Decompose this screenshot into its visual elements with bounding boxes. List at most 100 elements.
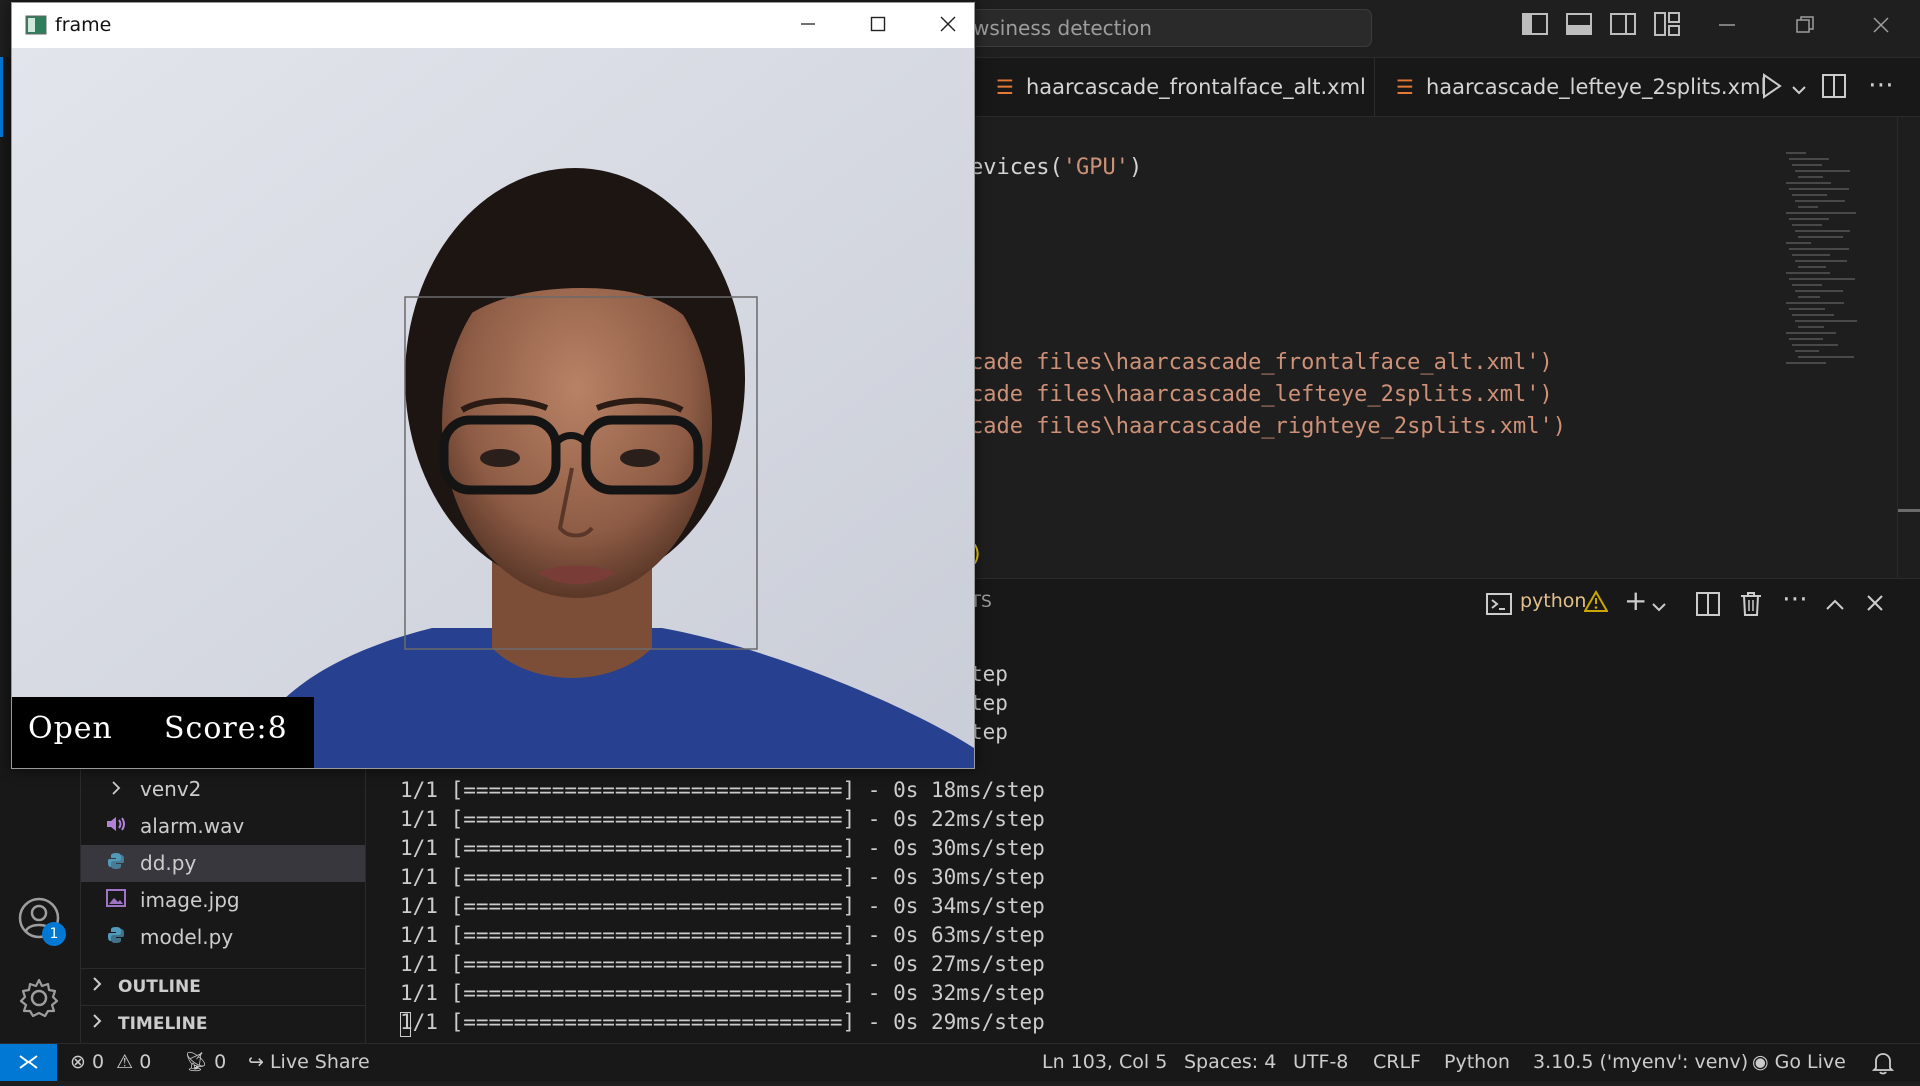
chevron-down-icon[interactable] [1652, 597, 1666, 616]
editor-tab-bar: ☰ haarcascade_frontalface_alt.xml ☰ haarca… [960, 58, 1920, 117]
minimize-icon[interactable] [778, 3, 838, 48]
status-bar: ⊗ 0 ⚠ 0 📡︎ 0 ↪ Live Share Ln 103, Col 5 … [0, 1043, 1920, 1081]
more-actions-icon[interactable]: ⋯ [1868, 72, 1898, 102]
minimap-line [1798, 236, 1843, 238]
error-icon: ⊗ [70, 1051, 86, 1073]
minimap-line [1795, 230, 1850, 232]
minimap-line [1789, 188, 1849, 190]
toggle-secondary-sidebar-icon[interactable] [1608, 12, 1638, 42]
problems-indicator[interactable]: ⊗ 0 ⚠ 0 [70, 1044, 151, 1081]
remote-indicator[interactable] [0, 1044, 57, 1081]
line-ending[interactable]: CRLF [1373, 1044, 1421, 1081]
image-file-icon [102, 882, 130, 919]
tab-label: haarcascade_frontalface_alt.xml [1025, 75, 1366, 99]
frame-title-bar[interactable]: frame [12, 3, 974, 48]
indentation[interactable]: Spaces: 4 [1184, 1044, 1276, 1081]
python-file-icon [102, 919, 130, 956]
minimap-line [1795, 290, 1843, 292]
minimap-line [1789, 218, 1829, 220]
minimap-line [1789, 158, 1829, 160]
explorer-folder-venv2[interactable]: venv2 [80, 771, 365, 808]
split-editor-icon[interactable] [1822, 74, 1848, 100]
timeline-section[interactable]: TIMELINE [80, 1005, 365, 1042]
minimap-line [1798, 206, 1818, 208]
minimap-line [1786, 182, 1831, 184]
python-interpreter[interactable]: 3.10.5 ('myenv': venv) [1533, 1044, 1748, 1081]
broadcast-icon: 📡︎ [184, 1051, 209, 1073]
minimap-line [1786, 302, 1844, 304]
app-window-icon [25, 15, 47, 35]
minimap-line [1795, 200, 1845, 202]
minimap-line [1786, 242, 1811, 244]
audio-file-icon [102, 808, 130, 845]
tab-haarcascade-lefteye[interactable]: ☰ haarcascade_lefteye_2splits.xml [1396, 58, 1766, 116]
toggle-primary-sidebar-icon[interactable] [1520, 12, 1550, 42]
warning-icon: ⚠ [116, 1051, 134, 1073]
python-file-icon [102, 845, 130, 882]
minimap-line [1795, 350, 1819, 352]
command-center-search[interactable]: wsiness detection [960, 9, 1372, 47]
minimap-line [1792, 254, 1830, 256]
minimap-line [1792, 344, 1838, 346]
rss-file-icon: ☰ [1396, 75, 1414, 99]
terminal-icon [1486, 592, 1514, 618]
explorer-file-image-jpg[interactable]: image.jpg [80, 882, 365, 919]
cursor-position[interactable]: Ln 103, Col 5 [1042, 1044, 1167, 1081]
webcam-portrait [12, 48, 974, 768]
broadcast-icon: ◉ [1752, 1051, 1769, 1073]
chevron-down-icon[interactable] [1792, 80, 1808, 96]
eye-status: Open [28, 711, 113, 746]
minimap-line [1792, 224, 1822, 226]
status-overlay: Open Score:8 [12, 697, 314, 768]
active-indicator [0, 57, 3, 137]
drowsiness-score: Score:8 [164, 711, 288, 746]
minimap-line [1798, 326, 1824, 328]
encoding[interactable]: UTF-8 [1293, 1044, 1348, 1081]
run-python-file-icon[interactable] [1760, 72, 1790, 102]
minimap-line [1798, 356, 1854, 358]
tab-label: haarcascade_lefteye_2splits.xml [1425, 75, 1767, 99]
warning-icon [1583, 590, 1610, 616]
minimap[interactable] [1786, 152, 1876, 382]
scrollbar-thumb[interactable] [1898, 509, 1920, 512]
split-terminal-icon[interactable] [1696, 592, 1720, 620]
explorer-file-dd-py[interactable]: dd.py [80, 845, 365, 882]
minimap-line [1786, 272, 1830, 274]
explorer-file-alarm-wav[interactable]: alarm.wav [80, 808, 365, 845]
minimap-line [1789, 308, 1825, 310]
rss-file-icon: ☰ [996, 75, 1014, 99]
toggle-panel-icon[interactable] [1564, 12, 1594, 42]
terminal-name[interactable]: python [1520, 590, 1586, 612]
camera-feed: Open Score:8 [12, 48, 974, 768]
frame-window[interactable]: frame Open Score:8 [11, 2, 975, 769]
chevron-right-icon [102, 771, 130, 808]
restore-icon[interactable] [1790, 12, 1820, 42]
minimap-line [1786, 212, 1856, 214]
live-share-button[interactable]: ↪ Live Share [248, 1044, 370, 1081]
minimize-icon[interactable] [1712, 12, 1742, 42]
more-actions-icon[interactable]: ⋯ [1782, 584, 1808, 614]
code-line: cade files\haarcascade_frontalface_alt.x… [970, 350, 1553, 375]
gear-icon[interactable] [18, 977, 62, 1021]
code-editor[interactable]: evices('GPU') cade files\haarcascade_fro… [960, 117, 1920, 577]
new-terminal-icon[interactable]: + [1624, 586, 1647, 616]
customize-layout-icon[interactable] [1652, 12, 1682, 42]
minimap-line [1792, 284, 1822, 286]
close-icon[interactable] [918, 3, 978, 48]
close-panel-icon[interactable] [1866, 594, 1884, 616]
live-share-icon: ↪ [248, 1051, 264, 1073]
language-mode[interactable]: Python [1444, 1044, 1510, 1081]
trash-icon[interactable] [1740, 591, 1762, 621]
minimap-line [1786, 362, 1826, 364]
explorer-file-model-py[interactable]: model.py [80, 919, 365, 956]
go-live-button[interactable]: ◉ Go Live [1752, 1044, 1846, 1081]
notifications-bell-icon[interactable] [1871, 1044, 1895, 1081]
minimap-line [1798, 296, 1820, 298]
outline-section[interactable]: OUTLINE [80, 968, 365, 1005]
ports-indicator[interactable]: 📡︎ 0 [184, 1044, 226, 1081]
maximize-panel-icon[interactable] [1826, 596, 1844, 615]
maximize-icon[interactable] [848, 3, 908, 48]
tab-haarcascade-frontalface[interactable]: ☰ haarcascade_frontalface_alt.xml [996, 58, 1366, 116]
panel-header: RTS python + ⋯ [960, 578, 1920, 634]
close-icon[interactable] [1866, 12, 1896, 42]
